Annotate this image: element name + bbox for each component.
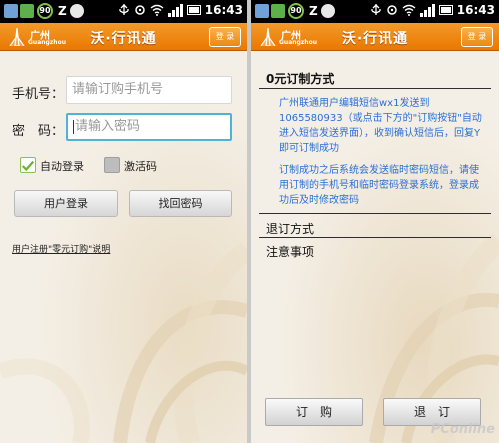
user-login-button[interactable]: 用户登录 [14,190,118,217]
pconline-watermark: PConline [430,422,495,437]
notification-chat-icon [70,4,84,18]
recover-password-button[interactable]: 找回密码 [129,190,232,217]
subscribe-heading: 0元订制方式 [266,72,335,86]
notification-badge: 90 [288,3,304,19]
header-login-button[interactable]: 登 录 [461,27,493,47]
usb-icon [119,4,129,15]
app-header: 广州 Guangzhou 沃·行讯通 登 录 [251,23,499,51]
phone-placeholder: 请输订购手机号 [72,82,164,97]
notification-app-icon [4,4,18,18]
status-bar: 90 Z 16:43 [251,0,499,23]
phone-label: 手机号： [12,87,65,102]
auto-login-label: 自动登录 [40,160,84,173]
unsubscribe-heading[interactable]: 退订方式 [266,220,314,237]
notification-z-icon: Z [309,4,318,18]
notification-green-icon [20,4,34,18]
clock: 16:43 [204,3,243,17]
separator [259,213,491,214]
notification-z-icon: Z [58,4,67,18]
header-login-button[interactable]: 登 录 [209,27,241,47]
battery-icon [186,5,201,15]
notification-chat-icon [321,4,335,18]
wifi-icon [402,4,416,16]
notes-heading[interactable]: 注意事项 [266,243,314,260]
activation-checkbox[interactable] [104,157,120,173]
login-screen: 90 Z 16:43 广州 Guangzhou 沃·行讯通 登 录 手机号： 请… [0,0,247,443]
app-header: 广州 Guangzhou 沃·行讯通 登 录 [0,23,247,51]
auto-login-checkbox[interactable] [20,157,36,173]
screenshot-composite: 90 Z 16:43 广州 Guangzhou 沃·行讯通 登 录 手机号： 请… [0,0,499,443]
checkmark-icon [21,160,35,172]
notification-app-icon [255,4,269,18]
notification-green-icon [271,4,285,18]
battery-icon [438,5,453,15]
notification-badge: 90 [37,3,53,19]
text-caret [73,119,74,134]
usb-icon [371,4,381,15]
signal-icon [419,3,435,17]
post-subscribe-instructions: 订制成功之后系统会发送临时密码短信，请使用订制的手机号和临时密码登录系统，登录成… [279,165,479,206]
phone-input[interactable]: 请输订购手机号 [66,76,232,104]
subscription-info-screen: 90 Z 16:43 广州 Guangzhou 沃·行讯通 登 录 0元订制方式 [251,0,499,443]
wifi-icon [150,4,164,16]
register-info-link[interactable]: 用户注册"零元订购"说明 [12,242,110,255]
separator [259,88,491,89]
settings-icon [387,5,397,15]
subscribe-button[interactable]: 订 购 [265,398,363,426]
subscribe-instructions: 广州联通用户编辑短信wx1发送到1065580933（或点击下方的"订购按钮"自… [279,98,482,154]
password-placeholder: 请输入密码 [75,119,141,134]
settings-icon [135,5,145,15]
status-bar: 90 Z 16:43 [0,0,247,23]
password-input[interactable]: 请输入密码 [66,113,232,141]
clock: 16:43 [456,3,495,17]
separator [259,237,491,238]
activation-label: 激活码 [124,160,157,173]
signal-icon [167,3,183,17]
password-label: 密 码： [12,124,65,139]
